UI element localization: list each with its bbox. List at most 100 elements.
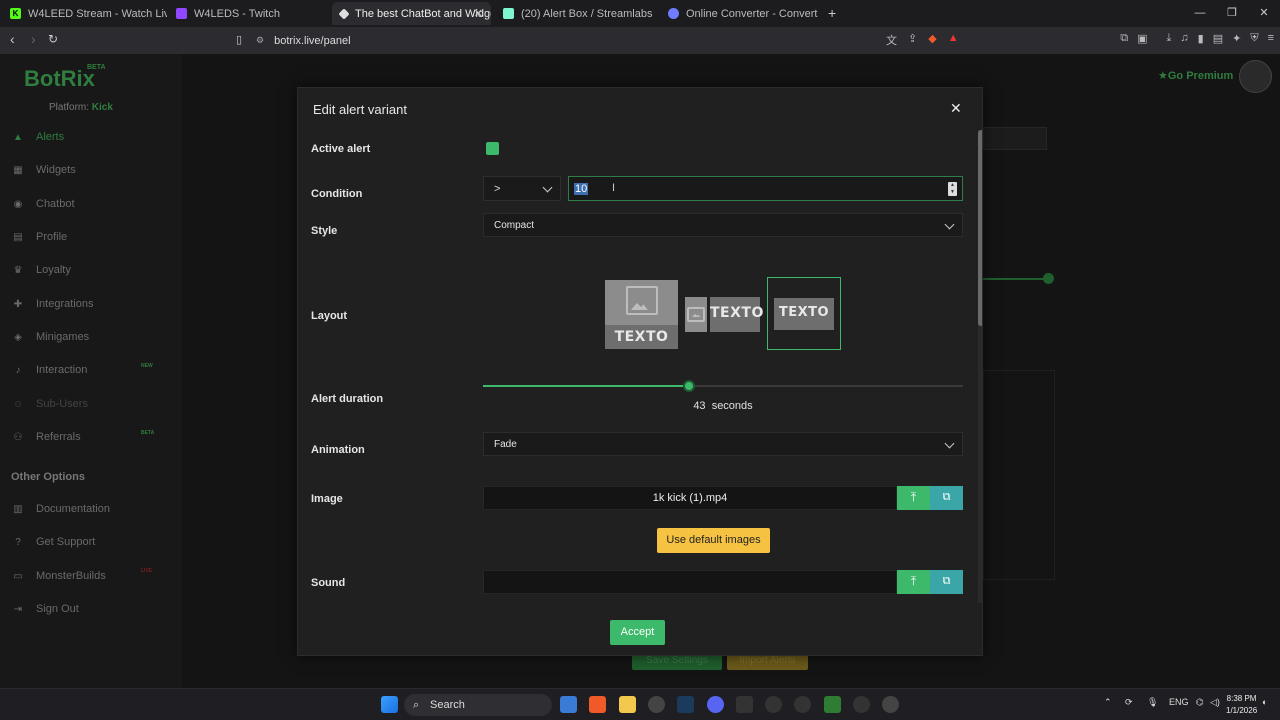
download-icon[interactable]: ⤓ bbox=[1167, 32, 1172, 45]
sidebar-item-sign-out[interactable]: ⇥ Sign Out bbox=[11, 603, 79, 615]
sidebar-item-sub-users[interactable]: ☺ Sub-Users bbox=[11, 398, 88, 410]
minimize-icon[interactable]: — bbox=[1184, 0, 1216, 27]
image-library-button[interactable]: ⧉ bbox=[930, 486, 963, 510]
tray-app-icon[interactable]: ⟳ bbox=[1125, 697, 1133, 708]
bookmark-icon[interactable]: ▯ bbox=[236, 33, 242, 46]
chevron-down-icon bbox=[944, 438, 955, 449]
translate-icon[interactable]: 文 bbox=[886, 32, 897, 48]
active-alert-toggle[interactable] bbox=[486, 142, 499, 155]
close-icon[interactable]: ✕ bbox=[950, 100, 962, 117]
brave-rewards-icon[interactable]: ▲ bbox=[948, 32, 959, 48]
windows-taskbar: ⌕ Search ⌃ ⟳ 🎙 ENG ⌬ ◁) 8:38 PM 1/1/2026… bbox=[0, 688, 1280, 720]
discord-icon[interactable] bbox=[707, 696, 724, 713]
duration-slider-thumb[interactable] bbox=[683, 380, 696, 392]
music-icon: ♪ bbox=[15, 364, 21, 376]
layout-option-overlay-selected[interactable]: TEXTO bbox=[767, 277, 841, 350]
streamlabs-app-icon[interactable] bbox=[824, 696, 841, 713]
new-tab-icon[interactable]: + bbox=[828, 5, 836, 21]
tab-streamlabs[interactable]: (20) Alert Box / Streamlabs bbox=[495, 2, 655, 25]
sidebar-item-get-support[interactable]: ? Get Support bbox=[11, 536, 95, 548]
chevron-down-icon bbox=[944, 219, 955, 230]
sound-upload-button[interactable]: ⤒ bbox=[897, 570, 930, 594]
close-tab-icon[interactable]: ✕ bbox=[474, 7, 483, 20]
app-icon[interactable] bbox=[765, 696, 782, 713]
leo-icon[interactable]: ✦ bbox=[1232, 32, 1241, 45]
tab-botrix[interactable]: The best ChatBot and Widgets fo ✕ bbox=[332, 2, 491, 25]
site-info-icon[interactable]: ⚙ bbox=[256, 35, 264, 46]
avatar[interactable] bbox=[1239, 60, 1272, 93]
reload-icon[interactable]: ↻ bbox=[48, 32, 58, 46]
tab-kick[interactable]: K W4LEED Stream - Watch Live on Kick bbox=[2, 2, 167, 25]
sidebar-item-profile[interactable]: ▤ Profile bbox=[11, 231, 67, 243]
brave-icon[interactable] bbox=[589, 696, 606, 713]
sidebar-item-minigames[interactable]: ◈ Minigames bbox=[11, 331, 89, 343]
wallet2-icon[interactable]: ▤ bbox=[1213, 32, 1223, 45]
sidebar-item-chatbot[interactable]: ◉ Chatbot bbox=[11, 198, 75, 210]
notification-icon[interactable]: ◐ bbox=[1262, 697, 1267, 707]
share-icon[interactable]: ⇪ bbox=[908, 32, 917, 48]
language-indicator[interactable]: ENG bbox=[1169, 697, 1189, 707]
condition-operator-select[interactable]: > bbox=[483, 176, 561, 201]
microphone-icon[interactable]: 🎙 bbox=[1147, 697, 1158, 708]
stepper-icon[interactable]: ▲ ▼ bbox=[948, 182, 957, 196]
use-default-images-button[interactable]: Use default images bbox=[657, 528, 770, 553]
sidebar-item-monsterbuilds[interactable]: ▭ MonsterBuilds bbox=[11, 570, 105, 582]
file-explorer-icon[interactable] bbox=[619, 696, 636, 713]
image-icon bbox=[687, 307, 705, 322]
sound-library-button[interactable]: ⧉ bbox=[930, 570, 963, 594]
menu-icon[interactable]: ≡ bbox=[1268, 32, 1274, 45]
animation-select[interactable]: Fade bbox=[483, 432, 963, 456]
referrals-icon: ⚇ bbox=[13, 431, 23, 443]
media-player-icon[interactable] bbox=[853, 696, 870, 713]
store-icon[interactable] bbox=[560, 696, 577, 713]
taskbar-search[interactable]: ⌕ Search bbox=[404, 694, 552, 716]
taskbar-clock[interactable]: 8:38 PM 1/1/2026 bbox=[1226, 693, 1257, 717]
settings-icon[interactable] bbox=[648, 696, 665, 713]
url-field[interactable]: ⚙ botrix.live/panel bbox=[256, 30, 878, 51]
star-icon: ★ bbox=[1158, 70, 1168, 82]
condition-value-input[interactable]: 10 I ▲ ▼ bbox=[568, 176, 963, 201]
image-file-field[interactable]: 1k kick (1).mp4 bbox=[483, 486, 897, 510]
wallet-icon[interactable]: ▣ bbox=[1137, 32, 1147, 45]
window-close-icon[interactable]: ✕ bbox=[1248, 0, 1280, 27]
sidebar-item-widgets[interactable]: ▦ Widgets bbox=[11, 164, 75, 176]
forward-icon[interactable]: › bbox=[31, 31, 36, 47]
duration-slider[interactable] bbox=[483, 380, 963, 392]
tray-chevron-icon[interactable]: ⌃ bbox=[1104, 697, 1112, 708]
maximize-icon[interactable]: ❐ bbox=[1216, 0, 1248, 27]
accept-button[interactable]: Accept bbox=[610, 620, 665, 645]
media-icon[interactable]: ♫ bbox=[1180, 32, 1188, 45]
trophy-icon: ♛ bbox=[13, 264, 23, 276]
go-premium-link[interactable]: ★Go Premium bbox=[1158, 69, 1233, 82]
sidebar-icon[interactable]: ▮ bbox=[1198, 32, 1204, 45]
sidebar-item-alerts[interactable]: ▲ Alerts bbox=[11, 131, 64, 143]
search-icon: ⌕ bbox=[413, 699, 420, 711]
windows-start-icon[interactable] bbox=[381, 696, 398, 713]
converter-icon bbox=[668, 8, 679, 19]
epic-games-icon[interactable] bbox=[736, 696, 753, 713]
layout-option-stacked[interactable]: TEXTO bbox=[605, 280, 678, 349]
image-upload-button[interactable]: ⤒ bbox=[897, 486, 930, 510]
image-label: Image bbox=[311, 493, 343, 505]
sidebar-item-integrations[interactable]: ✚ Integrations bbox=[11, 298, 94, 310]
sidebar-item-loyalty[interactable]: ♛ Loyalty bbox=[11, 264, 71, 276]
extensions-icon[interactable]: ⧉ bbox=[1120, 32, 1128, 45]
tab-converter[interactable]: Online Converter - Convert Image, Vi bbox=[660, 2, 820, 25]
tab-twitch[interactable]: W4LEDS - Twitch bbox=[168, 2, 328, 25]
obs-icon[interactable] bbox=[794, 696, 811, 713]
network-icon[interactable]: ⌬ bbox=[1196, 697, 1204, 708]
sound-file-field[interactable] bbox=[483, 570, 897, 594]
volume-icon[interactable]: ◁) bbox=[1210, 697, 1220, 708]
vpn-icon[interactable]: ⛨ bbox=[1250, 32, 1258, 45]
steam-icon[interactable] bbox=[677, 696, 694, 713]
back-icon[interactable]: ‹ bbox=[10, 31, 15, 47]
steelseries-icon[interactable] bbox=[882, 696, 899, 713]
sidebar-item-referrals[interactable]: ⚇ Referrals bbox=[11, 431, 81, 443]
sidebar-item-documentation[interactable]: ▥ Documentation bbox=[11, 503, 110, 515]
modal-scrollbar[interactable] bbox=[978, 130, 982, 603]
scrollbar-thumb[interactable] bbox=[978, 130, 982, 326]
sidebar-item-interaction[interactable]: ♪ Interaction bbox=[11, 364, 88, 376]
brave-shield-icon[interactable]: ◆ bbox=[928, 32, 936, 48]
style-select[interactable]: Compact bbox=[483, 213, 963, 237]
layout-option-inline[interactable]: TEXTO bbox=[685, 297, 763, 332]
